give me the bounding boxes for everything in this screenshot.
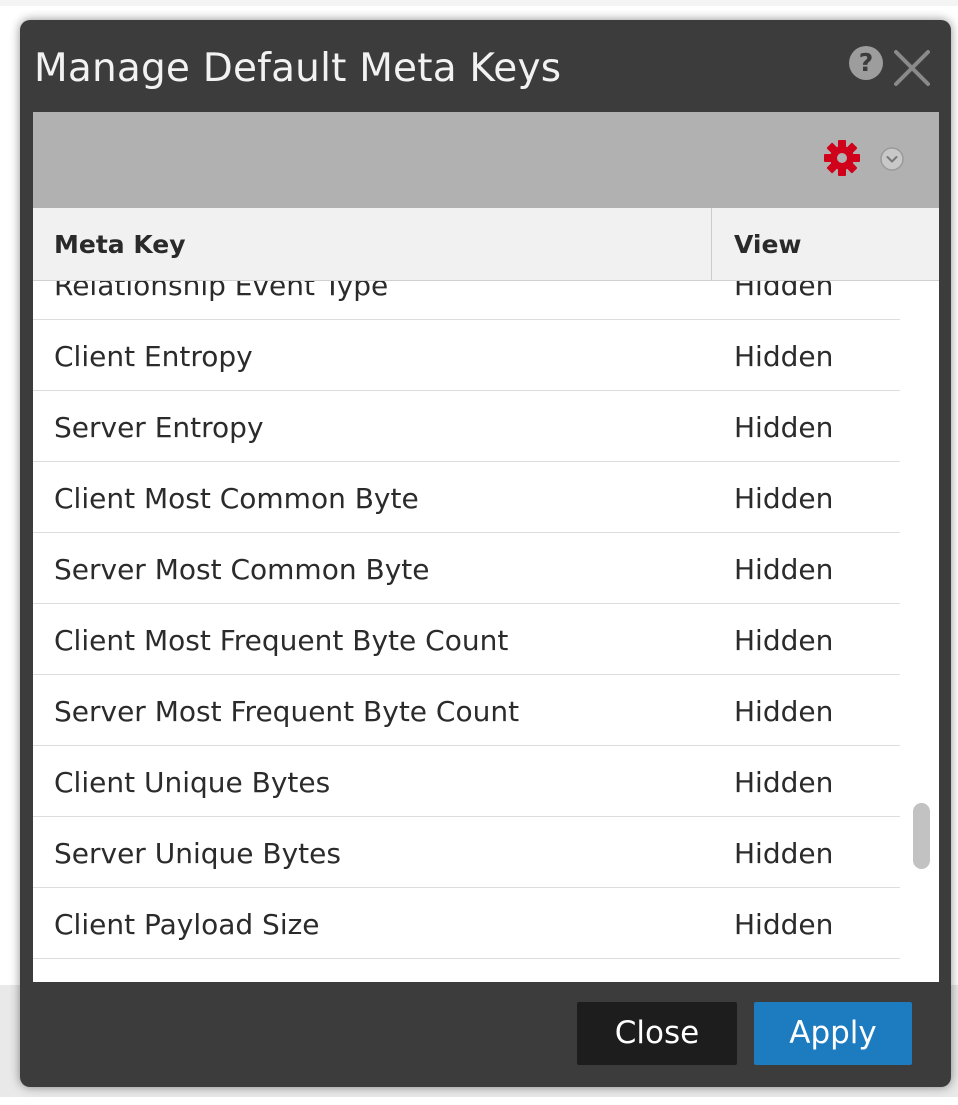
view-cell[interactable]: Hidden xyxy=(734,281,833,302)
scrollbar-thumb[interactable] xyxy=(913,803,930,869)
dialog-footer: Close Apply xyxy=(20,982,951,1087)
view-cell[interactable]: Hidden xyxy=(734,908,833,941)
view-cell[interactable]: Hidden xyxy=(734,695,833,728)
grid-header: Meta Key View xyxy=(33,208,939,281)
table-row[interactable]: Server Entropy Hidden xyxy=(33,391,900,462)
manage-meta-keys-dialog: Manage Default Meta Keys ? Meta Key View… xyxy=(20,20,951,1087)
column-header-meta-key[interactable]: Meta Key xyxy=(54,230,186,259)
column-header-view[interactable]: View xyxy=(734,230,802,259)
table-row[interactable]: Client Unique Bytes Hidden xyxy=(33,746,900,817)
grid-toolbar xyxy=(33,112,939,208)
apply-button[interactable]: Apply xyxy=(754,1002,912,1065)
grid-scrollbar[interactable] xyxy=(906,283,936,982)
meta-key-cell: Server Unique Bytes xyxy=(54,837,341,870)
chevron-down-circle-icon[interactable] xyxy=(879,146,905,172)
gear-icon[interactable] xyxy=(823,139,861,177)
meta-key-cell: Client Unique Bytes xyxy=(54,766,331,799)
column-divider xyxy=(711,208,712,280)
table-row[interactable]: Client Most Common Byte Hidden xyxy=(33,462,900,533)
meta-keys-grid: Meta Key View Relationship Event Type Hi… xyxy=(33,208,939,982)
meta-key-cell: Server Entropy xyxy=(54,411,264,444)
view-cell[interactable]: Hidden xyxy=(734,837,833,870)
view-cell[interactable]: Hidden xyxy=(734,411,833,444)
table-row[interactable]: Server Most Frequent Byte Count Hidden xyxy=(33,675,900,746)
table-row[interactable]: Client Entropy Hidden xyxy=(33,320,900,391)
table-row[interactable]: Client Payload Size Hidden xyxy=(33,888,900,959)
close-icon[interactable] xyxy=(888,44,936,92)
meta-key-cell: Relationship Event Type xyxy=(54,281,389,302)
meta-key-cell: Client Most Common Byte xyxy=(54,482,419,515)
view-cell[interactable]: Hidden xyxy=(734,766,833,799)
view-cell[interactable]: Hidden xyxy=(734,553,833,586)
help-icon[interactable]: ? xyxy=(849,46,883,80)
meta-key-cell: Server Most Frequent Byte Count xyxy=(54,695,520,728)
meta-key-cell: Client Payload Size xyxy=(54,908,320,941)
table-row[interactable] xyxy=(33,959,900,982)
dialog-title: Manage Default Meta Keys xyxy=(34,46,562,91)
view-cell[interactable]: Hidden xyxy=(734,340,833,373)
close-button[interactable]: Close xyxy=(577,1002,737,1065)
table-row[interactable]: Relationship Event Type Hidden xyxy=(33,281,900,320)
table-row[interactable]: Server Most Common Byte Hidden xyxy=(33,533,900,604)
view-cell[interactable]: Hidden xyxy=(734,482,833,515)
view-cell[interactable]: Hidden xyxy=(734,624,833,657)
meta-key-cell: Server Most Common Byte xyxy=(54,553,430,586)
meta-key-cell: Client Entropy xyxy=(54,340,253,373)
grid-body: Relationship Event Type Hidden Client En… xyxy=(33,281,900,982)
meta-key-cell: Client Most Frequent Byte Count xyxy=(54,624,509,657)
background-top-edge xyxy=(0,0,958,6)
table-row[interactable]: Server Unique Bytes Hidden xyxy=(33,817,900,888)
table-row[interactable]: Client Most Frequent Byte Count Hidden xyxy=(33,604,900,675)
